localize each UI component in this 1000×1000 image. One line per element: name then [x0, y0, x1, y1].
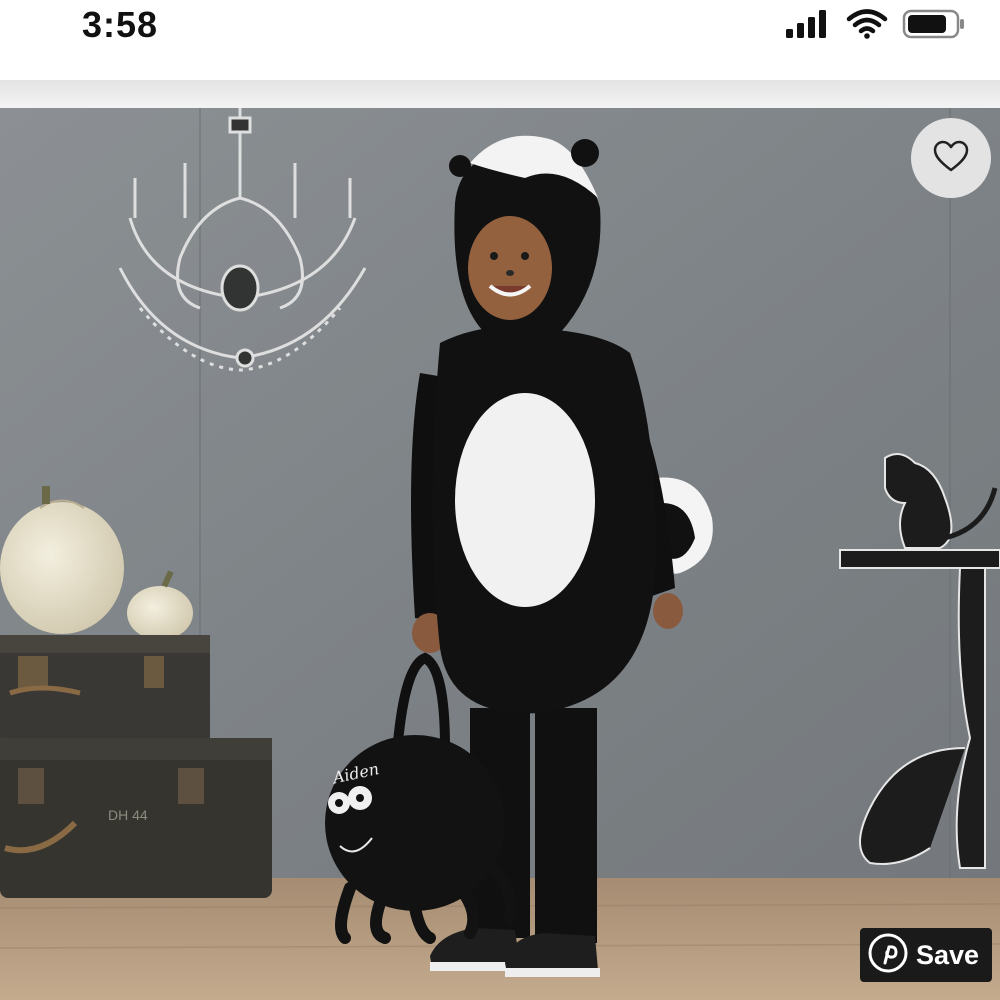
large-pumpkin — [0, 502, 124, 634]
status-icons — [784, 8, 966, 45]
suitcase-text: DH 44 — [108, 807, 148, 823]
status-bar: 3:58 — [0, 0, 1000, 80]
header-divider — [0, 80, 1000, 108]
heart-icon — [932, 139, 970, 178]
pinterest-icon — [868, 933, 908, 978]
battery-icon — [902, 8, 966, 45]
product-photo[interactable]: DH 44 Aiden — [0, 108, 1000, 1000]
wifi-icon — [846, 9, 888, 44]
status-time: 3:58 — [82, 4, 159, 45]
small-pumpkin — [127, 586, 193, 640]
favorite-button[interactable] — [911, 118, 991, 198]
signal-icon — [784, 9, 832, 44]
pinterest-save-button[interactable]: Save — [860, 928, 992, 982]
costume-belly — [455, 393, 595, 607]
save-label: Save — [916, 939, 980, 970]
